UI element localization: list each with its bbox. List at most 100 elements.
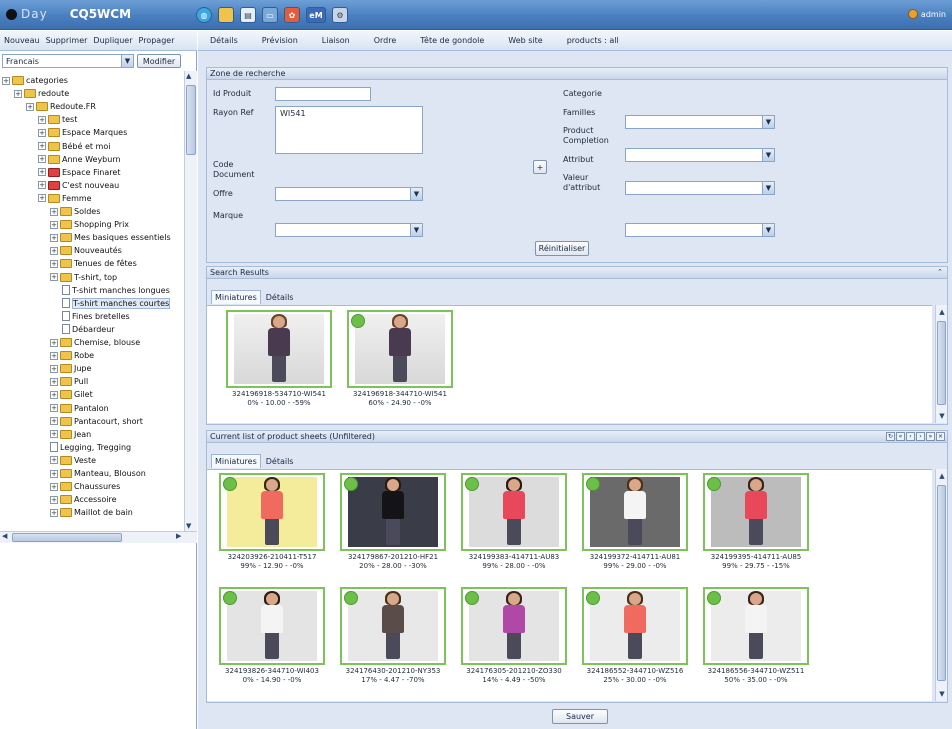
expand-icon[interactable]: +	[38, 155, 46, 164]
scroll-down-icon[interactable]: ▼	[186, 522, 191, 530]
expand-icon[interactable]: +	[50, 246, 58, 255]
tree-node[interactable]: + Femme	[38, 192, 92, 205]
tree-node[interactable]: + Shopping Prix	[50, 218, 129, 231]
flower-icon[interactable]: ✿	[284, 7, 300, 23]
menu-propagate[interactable]: Propager	[139, 36, 175, 45]
tree-node[interactable]: + Maillot de bain	[50, 506, 133, 519]
expand-icon[interactable]: +	[50, 417, 58, 426]
id-produit-input[interactable]	[275, 87, 371, 101]
chevron-down-icon[interactable]: ▼	[762, 224, 774, 236]
reset-button[interactable]: Réinitialiser	[535, 241, 589, 256]
tree-node[interactable]: + categories	[2, 74, 68, 87]
chevron-down-icon[interactable]: ▼	[762, 182, 774, 194]
window-icon[interactable]: ▭	[262, 7, 278, 23]
expand-icon[interactable]: +	[50, 508, 58, 517]
tree-node[interactable]: + Bébé et moi	[38, 140, 110, 153]
expand-icon[interactable]: +	[2, 76, 10, 85]
tree-node[interactable]: + redoute	[14, 87, 69, 100]
close-icon[interactable]: ×	[936, 432, 945, 441]
scroll-up-icon[interactable]: ▲	[937, 471, 947, 481]
current-scrollbar[interactable]: ▲ ▼	[935, 469, 947, 701]
expand-icon[interactable]: +	[50, 377, 58, 386]
tree-node[interactable]: + T-shirt, top	[50, 271, 117, 284]
expand-icon[interactable]: +	[50, 390, 58, 399]
product-thumbnail[interactable]	[582, 473, 688, 551]
menu-duplicate[interactable]: Dupliquer	[93, 36, 132, 45]
tree-node[interactable]: + Mes basiques essentiels	[50, 231, 171, 244]
product-thumbnail[interactable]	[219, 587, 325, 665]
scroll-up-icon[interactable]: ▲	[937, 307, 947, 317]
prev-icon[interactable]: ‹	[906, 432, 915, 441]
tree-node[interactable]: Legging, Tregging	[50, 441, 131, 454]
product-thumbnail[interactable]	[461, 587, 567, 665]
tree-node[interactable]: + Manteau, Blouson	[50, 467, 146, 480]
results-scrollbar[interactable]: ▲ ▼	[935, 305, 947, 423]
expand-icon[interactable]: +	[50, 364, 58, 373]
tool-icon[interactable]: ⚙	[332, 7, 348, 23]
expand-icon[interactable]: +	[50, 207, 58, 216]
chevron-down-icon[interactable]: ▼	[410, 188, 422, 200]
expand-icon[interactable]: +	[50, 351, 58, 360]
expand-icon[interactable]: +	[50, 273, 58, 281]
results-tab-details[interactable]: Détails	[263, 291, 297, 304]
tree-node[interactable]: + Chaussures	[50, 480, 120, 493]
scroll-down-icon[interactable]: ▼	[937, 689, 947, 699]
globe-icon[interactable]: ◍	[196, 7, 212, 23]
product-thumbnail[interactable]	[347, 310, 453, 388]
product-completion-select[interactable]: ▼	[625, 181, 775, 195]
folder-icon[interactable]	[218, 7, 234, 23]
expand-icon[interactable]: +	[50, 338, 58, 347]
tree-horizontal-scrollbar[interactable]: ◀ ▶	[0, 531, 197, 543]
expand-icon[interactable]: +	[38, 115, 46, 124]
tree-node[interactable]: + C'est nouveau	[38, 179, 119, 192]
tree-node[interactable]: + Gilet	[50, 388, 93, 401]
expand-icon[interactable]: +	[50, 259, 58, 268]
product-thumbnail[interactable]	[226, 310, 332, 388]
tree-node[interactable]: + Jean	[50, 428, 91, 441]
menu-new[interactable]: Nouveau	[4, 36, 40, 45]
product-thumbnail[interactable]	[461, 473, 567, 551]
tree-node[interactable]: Débardeur	[62, 323, 115, 336]
tree-node[interactable]: + Pantalon	[50, 402, 109, 415]
expand-icon[interactable]: +	[50, 469, 58, 478]
product-thumbnail[interactable]	[340, 473, 446, 551]
tree-node[interactable]: + Accessoire	[50, 493, 117, 506]
tree-node[interactable]: + Pull	[50, 375, 88, 388]
tree-node[interactable]: Fines bretelles	[62, 310, 130, 323]
tree-node[interactable]: + Jupe	[50, 362, 91, 375]
chevron-down-icon[interactable]: ▼	[410, 224, 422, 236]
product-thumbnail[interactable]	[219, 473, 325, 551]
current-scroll-thumb[interactable]	[937, 485, 946, 681]
tree-node[interactable]: + Redoute.FR	[26, 100, 96, 113]
offre-select[interactable]: ▼	[275, 187, 423, 201]
scroll-up-icon[interactable]: ▲	[186, 72, 191, 80]
expand-icon[interactable]: +	[38, 168, 46, 177]
tree-node[interactable]: + Tenues de fêtes	[50, 257, 137, 270]
page-icon[interactable]: ▤	[240, 7, 256, 23]
tree-node[interactable]: + Veste	[50, 454, 96, 467]
language-select[interactable]: Francais ▼	[2, 54, 134, 68]
tree-node[interactable]: + Pantacourt, short	[50, 415, 143, 428]
tree-vertical-scrollbar[interactable]: ▲ ▼	[184, 71, 197, 531]
scroll-left-icon[interactable]: ◀	[2, 532, 7, 540]
marque-select[interactable]: ▼	[275, 223, 423, 237]
expand-icon[interactable]: +	[38, 142, 46, 150]
tree-node[interactable]: + Espace Finaret	[38, 166, 120, 179]
tree-node[interactable]: + Espace Marques	[38, 126, 127, 139]
scroll-down-icon[interactable]: ▼	[937, 411, 947, 421]
first-icon[interactable]: «	[896, 432, 905, 441]
current-tab-details[interactable]: Détails	[263, 455, 297, 468]
tree-node[interactable]: + Nouveautés	[50, 244, 122, 257]
attribut-select[interactable]: ▼	[625, 223, 775, 237]
tree-node[interactable]: + Robe	[50, 349, 94, 362]
current-tab-miniatures[interactable]: Miniatures	[211, 454, 261, 468]
categorie-select[interactable]: ▼	[625, 115, 775, 129]
add-criteria-button[interactable]: +	[533, 160, 547, 174]
results-scroll-thumb[interactable]	[937, 321, 946, 405]
product-thumbnail[interactable]	[582, 587, 688, 665]
save-button[interactable]: Sauver	[552, 709, 608, 724]
familles-select[interactable]: ▼	[625, 148, 775, 162]
scroll-right-icon[interactable]: ▶	[176, 532, 181, 540]
user-area[interactable]: admin	[907, 9, 946, 19]
tree-node[interactable]: + Soldes	[50, 205, 100, 218]
